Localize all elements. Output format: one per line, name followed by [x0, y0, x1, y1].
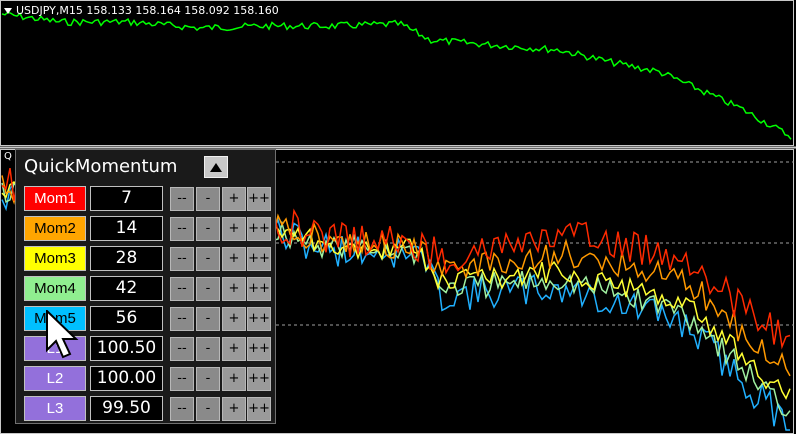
l3-value-input[interactable]: 99.50: [90, 396, 163, 421]
mom2-value-input[interactable]: 14: [90, 216, 163, 241]
mom5-plus-button[interactable]: +: [222, 307, 246, 331]
mom4-plus-large-button[interactable]: ++: [247, 277, 271, 301]
mom3-plus-button[interactable]: +: [222, 247, 246, 271]
l2-plus-button[interactable]: +: [222, 367, 246, 391]
mom2-plus-button[interactable]: +: [222, 217, 246, 241]
mom5-minus-button[interactable]: -: [196, 307, 220, 331]
mom4-plus-button[interactable]: +: [222, 277, 246, 301]
row-mom4: Mom4 42 -- - + ++: [24, 276, 274, 302]
mom2-button[interactable]: Mom2: [24, 216, 86, 241]
mom4-minus-large-button[interactable]: --: [170, 277, 194, 301]
mom3-minus-large-button[interactable]: --: [170, 247, 194, 271]
l3-button[interactable]: L3: [24, 396, 86, 421]
l1-minus-large-button[interactable]: --: [170, 337, 194, 361]
l2-plus-large-button[interactable]: ++: [247, 367, 271, 391]
mom2-minus-large-button[interactable]: --: [170, 217, 194, 241]
mom3-button[interactable]: Mom3: [24, 246, 86, 271]
mom1-value-input[interactable]: 7: [90, 186, 163, 211]
row-l3: L3 99.50 -- - + ++: [24, 396, 274, 422]
l2-minus-large-button[interactable]: --: [170, 367, 194, 391]
l3-minus-button[interactable]: -: [196, 397, 220, 421]
row-l2: L2 100.00 -- - + ++: [24, 366, 274, 392]
mom4-button[interactable]: Mom4: [24, 276, 86, 301]
mom1-plus-button[interactable]: +: [222, 187, 246, 211]
mouse-pointer-icon: [46, 310, 79, 359]
l3-minus-large-button[interactable]: --: [170, 397, 194, 421]
l1-value-input[interactable]: 100.50: [90, 336, 163, 361]
l3-plus-large-button[interactable]: ++: [247, 397, 271, 421]
mom1-minus-button[interactable]: -: [196, 187, 220, 211]
triangle-up-icon[interactable]: [204, 156, 228, 178]
row-mom1: Mom1 7 -- - + ++: [24, 186, 274, 212]
mom1-button[interactable]: Mom1: [24, 186, 86, 211]
mom4-value-input[interactable]: 42: [90, 276, 163, 301]
mom3-minus-button[interactable]: -: [196, 247, 220, 271]
row-mom3: Mom3 28 -- - + ++: [24, 246, 274, 272]
mom3-plus-large-button[interactable]: ++: [247, 247, 271, 271]
symbol-info: USDJPY,M15 158.133 158.164 158.092 158.1…: [16, 4, 279, 17]
panel-title: QuickMomentum: [24, 156, 178, 177]
mom5-value-input[interactable]: 56: [90, 306, 163, 331]
l2-value-input[interactable]: 100.00: [90, 366, 163, 391]
mom5-minus-large-button[interactable]: --: [170, 307, 194, 331]
l1-minus-button[interactable]: -: [196, 337, 220, 361]
mom2-plus-large-button[interactable]: ++: [247, 217, 271, 241]
mom1-plus-large-button[interactable]: ++: [247, 187, 271, 211]
mom5-plus-large-button[interactable]: ++: [247, 307, 271, 331]
quickmomentum-panel: QuickMomentum Mom1 7 -- - + ++ Mom2 14 -…: [15, 149, 276, 424]
symbol-menu-icon[interactable]: [4, 8, 12, 14]
mom3-value-input[interactable]: 28: [90, 246, 163, 271]
sub-window-label: Q: [4, 151, 12, 162]
mom4-minus-button[interactable]: -: [196, 277, 220, 301]
mom1-minus-large-button[interactable]: --: [170, 187, 194, 211]
row-mom2: Mom2 14 -- - + ++: [24, 216, 274, 242]
l2-button[interactable]: L2: [24, 366, 86, 391]
l3-plus-button[interactable]: +: [222, 397, 246, 421]
l1-plus-large-button[interactable]: ++: [247, 337, 271, 361]
mom2-minus-button[interactable]: -: [196, 217, 220, 241]
l2-minus-button[interactable]: -: [196, 367, 220, 391]
l1-plus-button[interactable]: +: [222, 337, 246, 361]
